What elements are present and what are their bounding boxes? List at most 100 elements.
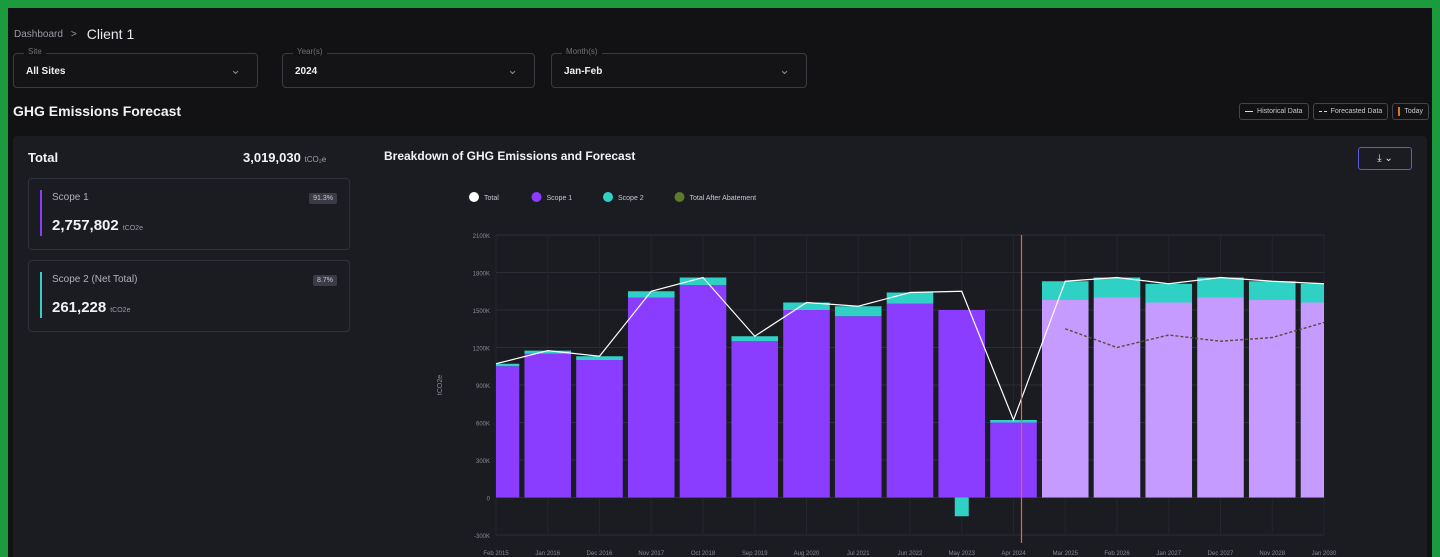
scope1-value: 2,757,802 tCO2e: [52, 217, 143, 234]
x-tick-label: Jan 2027: [1156, 551, 1181, 557]
legend-label: Total After Abatement: [690, 195, 757, 202]
scope2-bar: [886, 292, 934, 304]
site-select-value: All Sites: [26, 66, 66, 77]
emissions-chart: Total Scope 1 Scope 2 Total After Abatement…: [437, 192, 1337, 557]
scope1-unit: tCO2e: [122, 225, 143, 232]
chevron-down-icon: ⌄: [779, 62, 790, 77]
scope2-unit: tCO2e: [110, 307, 131, 314]
y-tick-label: 300K: [476, 459, 490, 465]
legend-label: Scope 2: [618, 195, 644, 202]
today-label: Today: [1404, 108, 1423, 115]
month-select[interactable]: Month(s) Jan-Feb ⌄: [551, 47, 807, 88]
scope1-bar: [627, 297, 675, 498]
scope2-value: 261,228 tCO2e: [52, 299, 130, 316]
month-select-label: Month(s): [562, 47, 602, 56]
legend-marker: [469, 192, 479, 202]
x-tick-label: Apr 2024: [1001, 551, 1026, 557]
breadcrumb-dashboard-link[interactable]: Dashboard: [14, 29, 63, 40]
y-tick-label: 1200K: [473, 347, 490, 353]
x-tick-label: Jun 2022: [898, 551, 923, 557]
site-select[interactable]: Site All Sites ⌄: [13, 47, 258, 88]
scope1-card[interactable]: Scope 1 91.3% 2,757,802 tCO2e: [28, 178, 350, 250]
data-legend-toggles: Historical Data Forecasted Data Today: [1239, 103, 1429, 120]
x-tick-label: Nov 2017: [638, 551, 664, 557]
x-tick-label: Nov 2028: [1259, 551, 1285, 557]
scope1-bar: [1197, 297, 1244, 498]
scope2-bar: [834, 306, 882, 317]
forecasted-data-toggle[interactable]: Forecasted Data: [1312, 103, 1389, 120]
scope1-bar: [1041, 300, 1089, 498]
x-tick-label: Mar 2025: [1053, 551, 1079, 557]
solid-line-icon: [1245, 111, 1254, 112]
today-line-icon: [1398, 107, 1401, 116]
breadcrumb-current: Client 1: [86, 26, 135, 42]
scope1-bar: [679, 285, 727, 498]
historical-data-toggle[interactable]: Historical Data: [1239, 103, 1309, 120]
scope1-bar: [938, 310, 986, 498]
legend-marker: [674, 192, 685, 202]
scope1-bar: [886, 303, 934, 498]
scope2-bar: [496, 363, 520, 367]
legend-marker: [603, 192, 613, 202]
scope1-number: 2,757,802: [52, 217, 119, 234]
dashed-line-icon: [1318, 111, 1327, 112]
y-tick-label: 1500K: [473, 309, 490, 315]
scope1-name: Scope 1: [52, 192, 89, 203]
scope2-number: 261,228: [52, 299, 107, 316]
today-toggle[interactable]: Today: [1392, 103, 1429, 120]
x-tick-label: Dec 2016: [587, 551, 613, 557]
y-tick-label: 0: [487, 497, 491, 503]
chevron-down-icon: ⌄: [230, 62, 241, 77]
scope2-bar: [731, 336, 779, 342]
scope1-bar: [1093, 297, 1141, 498]
export-button[interactable]: ⤓ ⌄: [1358, 147, 1412, 170]
x-tick-label: Feb 2026: [1104, 551, 1130, 557]
year-select-value: 2024: [295, 66, 318, 77]
scope2-bar: [1041, 281, 1089, 300]
x-tick-label: Jul 2021: [847, 551, 870, 557]
scope1-bar: [1248, 300, 1296, 498]
x-tick-label: Sep 2019: [742, 551, 768, 557]
scope2-color-bar: [40, 272, 42, 318]
y-tick-label: 600K: [476, 422, 490, 428]
y-axis-label: tCO2e: [437, 375, 444, 395]
scope1-bar: [783, 310, 830, 498]
legend-label: Scope 1: [547, 195, 573, 202]
scope2-bar: [1145, 283, 1193, 303]
chevron-down-icon: ⌄: [1384, 153, 1393, 164]
chevron-down-icon: ⌄: [507, 62, 518, 77]
x-tick-label: May 2023: [949, 551, 976, 557]
year-select-label: Year(s): [293, 47, 327, 56]
scope2-percent-badge: 8.7%: [313, 275, 337, 286]
breadcrumb-separator: >: [70, 28, 77, 40]
forecasted-data-label: Forecasted Data: [1330, 108, 1383, 115]
legend-marker: [531, 192, 542, 202]
scope1-bar: [990, 422, 1037, 498]
y-tick-label: 2100K: [473, 234, 490, 240]
page-title: GHG Emissions Forecast: [13, 103, 182, 119]
total-unit: tCO₂e: [304, 155, 327, 164]
scope1-bar: [834, 316, 882, 498]
total-value: 3,019,030 tCO₂e: [243, 150, 326, 165]
scope1-color-bar: [40, 190, 42, 236]
scope2-bar: [1197, 277, 1244, 298]
x-tick-label: Aug 2020: [794, 551, 820, 557]
scope1-bar: [496, 366, 520, 498]
app-frame: Dashboard > Client 1 Site All Sites ⌄ Ye…: [8, 8, 1432, 557]
scope1-percent-badge: 91.3%: [309, 193, 337, 204]
scope2-name: Scope 2 (Net Total): [52, 274, 138, 285]
x-tick-label: Feb 2015: [483, 551, 509, 557]
download-icon: ⤓: [1377, 153, 1382, 164]
year-select[interactable]: Year(s) 2024 ⌄: [282, 47, 535, 88]
scope1-bar: [524, 353, 572, 498]
y-tick-label: 1800K: [473, 272, 490, 278]
scope2-card[interactable]: Scope 2 (Net Total) 8.7% 261,228 tCO2e: [28, 260, 350, 332]
scope1-bar: [576, 360, 623, 498]
scope2-bar: [954, 497, 969, 517]
x-tick-label: Oct 2018: [691, 551, 716, 557]
scope1-bar: [1145, 302, 1193, 498]
scope2-bar: [1248, 281, 1296, 300]
total-label: Total: [28, 150, 59, 165]
scope2-bar: [1093, 277, 1141, 298]
site-select-label: Site: [24, 47, 46, 56]
